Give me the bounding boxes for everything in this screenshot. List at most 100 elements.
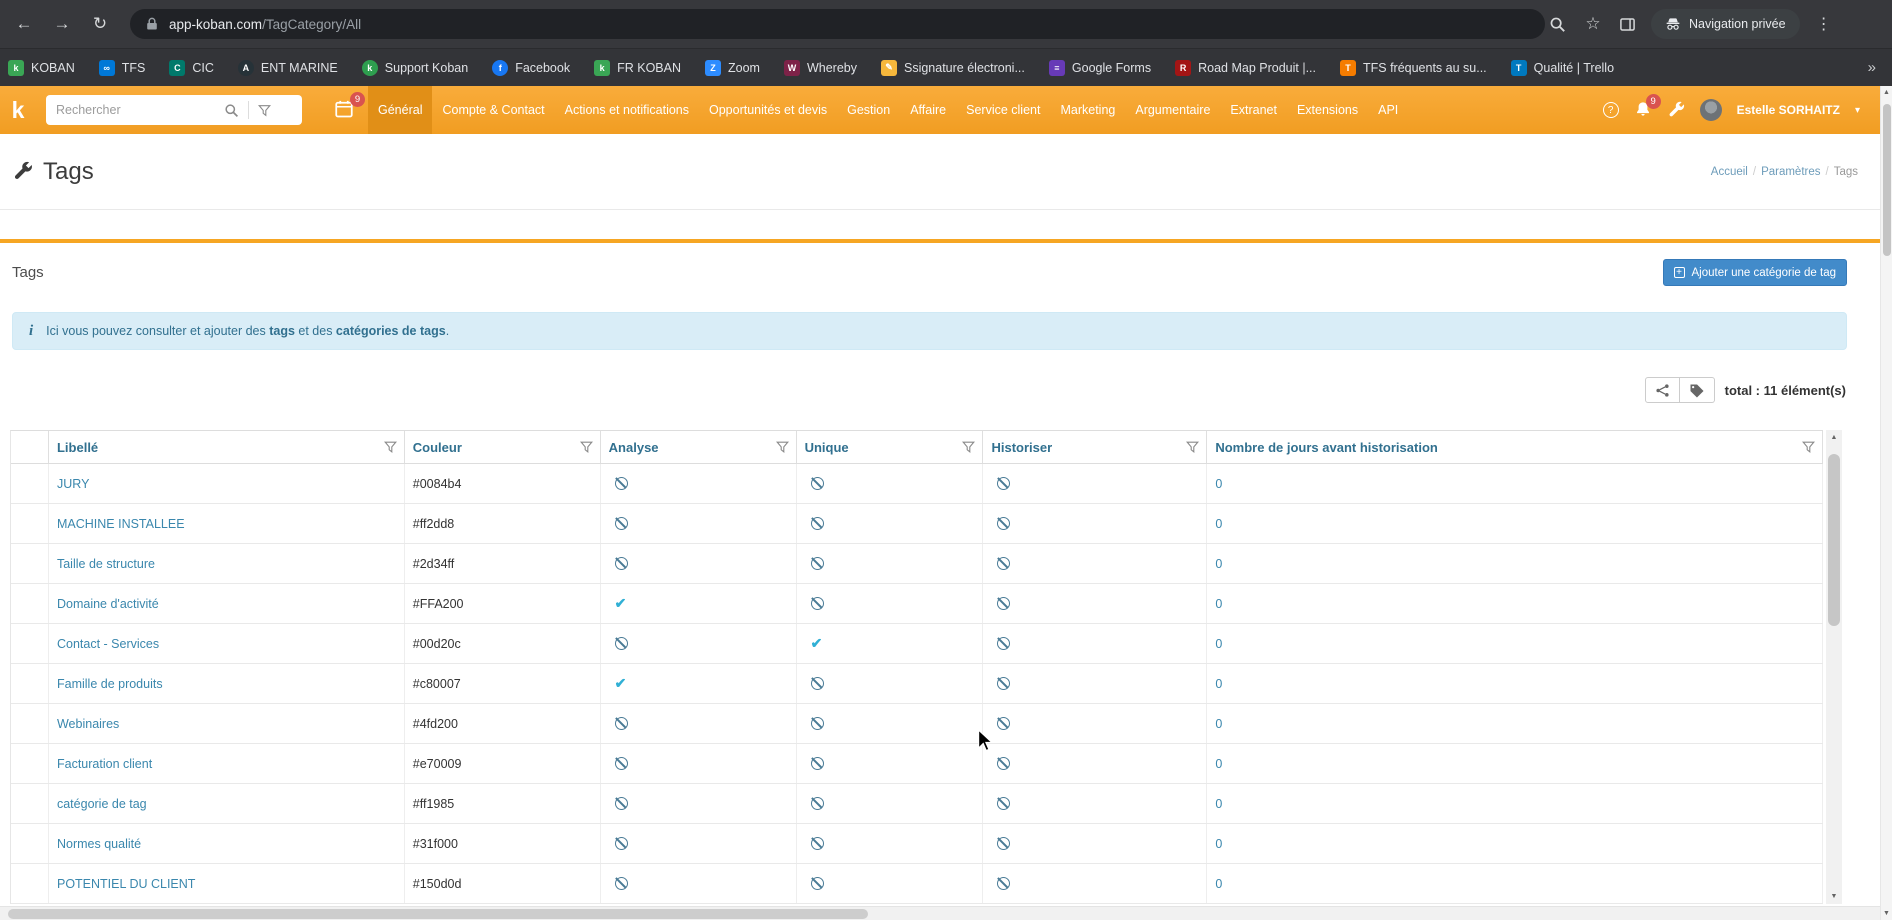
tag-label-link[interactable]: Taille de structure <box>57 557 155 571</box>
bookmark-item[interactable]: W Whereby <box>783 59 857 76</box>
facebook-favicon: f <box>492 59 509 76</box>
search-input[interactable] <box>56 103 224 117</box>
reload-icon[interactable]: ↻ <box>84 8 116 40</box>
historiser-flag <box>997 757 1011 770</box>
tag-label-link[interactable]: Contact - Services <box>57 637 159 651</box>
appnav-actions-et-notifications[interactable]: Actions et notifications <box>555 86 699 134</box>
bookmark-item[interactable]: ∞ TFS <box>98 59 145 76</box>
bookmark-item[interactable]: k Support Koban <box>361 59 468 76</box>
bookmark-item[interactable]: R Road Map Produit |... <box>1175 59 1316 76</box>
breadcrumb-separator: / <box>1752 165 1757 178</box>
tag-label-link[interactable]: Webinaires <box>57 717 119 731</box>
forward-icon[interactable]: → <box>46 8 78 40</box>
days-link[interactable]: 0 <box>1215 677 1222 691</box>
tags-view-button[interactable] <box>1679 377 1715 403</box>
days-link[interactable]: 0 <box>1215 797 1222 811</box>
filter-funnel-icon[interactable] <box>775 441 789 454</box>
table-row: Taille de structure #2d34ff 0 <box>11 544 1823 584</box>
user-name[interactable]: Estelle SORHAITZ <box>1737 103 1840 117</box>
days-link[interactable]: 0 <box>1215 637 1222 651</box>
share-nodes-button[interactable] <box>1644 377 1680 403</box>
bookmark-item[interactable]: A ENT MARINE <box>237 59 338 76</box>
appnav-argumentaire[interactable]: Argumentaire <box>1125 86 1220 134</box>
header-analyse[interactable]: Analyse <box>601 431 797 463</box>
bookmark-item[interactable]: k FR KOBAN <box>594 59 681 76</box>
tag-label-link[interactable]: JURY <box>57 477 89 491</box>
add-tag-category-button[interactable]: + Ajouter une catégorie de tag <box>1662 259 1847 286</box>
scroll-up-icon[interactable]: ▲ <box>1881 89 1892 96</box>
appnav-gestion[interactable]: Gestion <box>837 86 900 134</box>
address-bar[interactable]: app-koban.com/TagCategory/All <box>130 9 1545 39</box>
scroll-down-icon[interactable]: ▼ <box>1826 893 1842 900</box>
bookmark-item[interactable]: ≡ Google Forms <box>1048 59 1151 76</box>
search-icon[interactable] <box>224 103 239 118</box>
appnav-g-n-ral[interactable]: Général <box>368 86 433 134</box>
breadcrumb-param-tres[interactable]: Paramètres <box>1761 166 1820 178</box>
bookmarks-overflow-chevron-icon[interactable]: » <box>1868 59 1892 76</box>
koban-logo[interactable]: k <box>0 86 36 134</box>
search-icon[interactable] <box>1545 12 1569 36</box>
tag-label-link[interactable]: MACHINE INSTALLEE <box>57 517 185 531</box>
bookmark-item[interactable]: ✎ Ssignature électroni... <box>880 59 1025 76</box>
appnav-affaire[interactable]: Affaire <box>900 86 956 134</box>
header-historiser[interactable]: Historiser <box>983 431 1208 463</box>
header-jours-historisation[interactable]: Nombre de jours avant historisation <box>1207 431 1823 463</box>
appnav-service-client[interactable]: Service client <box>956 86 1050 134</box>
tag-label-link[interactable]: Domaine d'activité <box>57 597 159 611</box>
filter-funnel-icon[interactable] <box>258 104 271 117</box>
table-scrollbar-thumb[interactable] <box>1828 454 1840 626</box>
settings-button[interactable] <box>1667 101 1685 119</box>
days-link[interactable]: 0 <box>1215 877 1222 891</box>
tag-label-link[interactable]: catégorie de tag <box>57 797 147 811</box>
header-unique[interactable]: Unique <box>797 431 984 463</box>
horizontal-scrollbar-thumb[interactable] <box>8 909 868 919</box>
chevron-down-icon[interactable]: ▾ <box>1855 105 1860 116</box>
page-scrollbar[interactable]: ▲ ▼ <box>1880 86 1892 920</box>
horizontal-scrollbar[interactable] <box>0 906 1880 920</box>
table-scrollbar[interactable]: ▲ ▼ <box>1826 430 1842 904</box>
breadcrumb-accueil[interactable]: Accueil <box>1711 166 1748 178</box>
tag-label-link[interactable]: Famille de produits <box>57 677 163 691</box>
appnav-compte-contact[interactable]: Compte & Contact <box>432 86 554 134</box>
bookmark-item[interactable]: T Qualité | Trello <box>1510 59 1614 76</box>
side-panel-icon[interactable] <box>1615 12 1639 36</box>
header-libelle[interactable]: Libellé <box>49 431 405 463</box>
appnav-extensions[interactable]: Extensions <box>1287 86 1368 134</box>
tag-label-link[interactable]: Normes qualité <box>57 837 141 851</box>
days-link[interactable]: 0 <box>1215 717 1222 731</box>
bookmark-item[interactable]: f Facebook <box>492 59 570 76</box>
bookmark-item[interactable]: Z Zoom <box>705 59 760 76</box>
tag-label-link[interactable]: Facturation client <box>57 757 152 771</box>
filter-funnel-icon[interactable] <box>383 441 397 454</box>
filter-funnel-icon[interactable] <box>1802 441 1815 454</box>
days-link[interactable]: 0 <box>1215 597 1222 611</box>
scroll-down-icon[interactable]: ▼ <box>1881 910 1892 917</box>
appnav-opportunit-s-et-devis[interactable]: Opportunités et devis <box>699 86 837 134</box>
tag-label-link[interactable]: POTENTIEL DU CLIENT <box>57 877 195 891</box>
page-scrollbar-thumb[interactable] <box>1883 104 1891 256</box>
filter-funnel-icon[interactable] <box>579 441 593 454</box>
appnav-api[interactable]: API <box>1368 86 1408 134</box>
browser-menu-kebab-icon[interactable]: ⋮ <box>1808 8 1840 40</box>
appnav-marketing[interactable]: Marketing <box>1050 86 1125 134</box>
filter-funnel-icon[interactable] <box>962 441 976 454</box>
days-link[interactable]: 0 <box>1215 837 1222 851</box>
scroll-up-icon[interactable]: ▲ <box>1826 434 1842 441</box>
days-link[interactable]: 0 <box>1215 557 1222 571</box>
header-couleur[interactable]: Couleur <box>405 431 601 463</box>
days-link[interactable]: 0 <box>1215 757 1222 771</box>
bookmark-item[interactable]: k KOBAN <box>8 59 75 76</box>
user-avatar[interactable] <box>1699 99 1722 121</box>
back-icon[interactable]: ← <box>8 8 40 40</box>
bookmark-item[interactable]: T TFS fréquents au su... <box>1339 59 1487 76</box>
bookmark-star-icon[interactable]: ☆ <box>1577 8 1609 40</box>
bookmark-item[interactable]: C CIC <box>169 59 214 76</box>
days-link[interactable]: 0 <box>1215 477 1222 491</box>
appnav-extranet[interactable]: Extranet <box>1220 86 1287 134</box>
calendar-button[interactable]: 9 <box>334 92 365 121</box>
unique-flag <box>810 757 824 770</box>
filter-funnel-icon[interactable] <box>1186 441 1200 454</box>
days-link[interactable]: 0 <box>1215 517 1222 531</box>
notifications-button[interactable]: 9 <box>1634 94 1661 119</box>
help-icon[interactable]: ? <box>1602 102 1619 118</box>
